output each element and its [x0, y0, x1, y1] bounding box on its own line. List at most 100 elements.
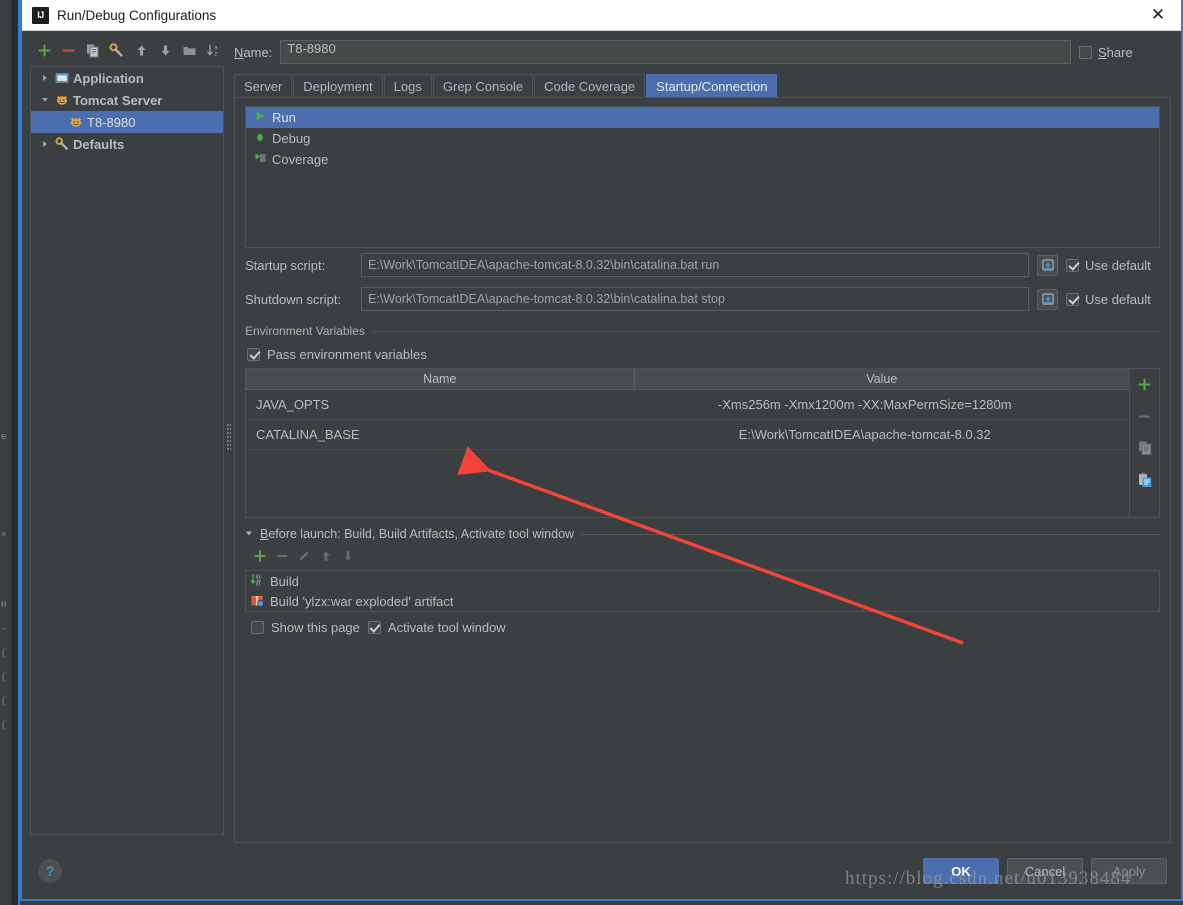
arrow-up-icon[interactable] — [131, 39, 152, 61]
before-launch-task-list[interactable]: 01 10 01 Build Build 'ylzx:war exploded'… — [245, 570, 1160, 612]
tab-server[interactable]: Server — [234, 74, 293, 97]
tab-logs[interactable]: Logs — [383, 74, 432, 97]
shutdown-script-input[interactable]: E:\Work\TomcatIDEA\apache-tomcat-8.0.32\… — [361, 287, 1029, 311]
run-mode-item-coverage[interactable]: Coverage — [246, 149, 1159, 170]
background-glyph: e — [1, 432, 7, 442]
browse-folder-icon[interactable] — [1037, 288, 1058, 310]
debug-bug-icon — [254, 131, 266, 146]
pass-environment-variables-checkbox[interactable]: Pass environment variables — [245, 340, 1160, 368]
background-left-gutter: e × H – ( ( ( ( — [0, 0, 12, 905]
background-glyph: H — [1, 600, 7, 610]
cell-name[interactable]: JAVA_OPTS — [246, 397, 635, 412]
before-launch-options: Show this page Activate tool window — [245, 612, 1160, 642]
configurations-toolbar: a z — [30, 37, 224, 63]
sort-az-icon[interactable]: a z — [203, 39, 224, 61]
list-item[interactable]: 01 10 01 Build — [246, 571, 1159, 591]
tab-deployment[interactable]: Deployment — [293, 74, 383, 97]
move-task-down-button[interactable] — [341, 549, 355, 566]
environment-variables-side-toolbar — [1129, 369, 1159, 517]
browse-folder-icon[interactable] — [1037, 254, 1058, 276]
background-glyph: ( — [1, 720, 7, 730]
svg-text:z: z — [214, 50, 218, 57]
paste-env-variable-button[interactable] — [1133, 468, 1157, 492]
remove-task-button[interactable] — [275, 549, 289, 566]
remove-configuration-button[interactable] — [58, 39, 79, 61]
activate-tool-window-label: Activate tool window — [387, 619, 506, 635]
environment-variables-title: Environment Variables — [245, 324, 365, 338]
run-mode-item-run[interactable]: Run — [246, 107, 1159, 128]
tree-item-label: Application — [73, 70, 144, 86]
arrow-down-icon[interactable] — [155, 39, 176, 61]
table-row[interactable]: CATALINA_BASE E:\Work\TomcatIDEA\apache-… — [246, 420, 1129, 450]
configurations-left-panel: a z Application Tomcat Server T8-8980 De… — [22, 31, 224, 843]
application-icon — [53, 71, 71, 85]
cancel-button[interactable]: Cancel — [1007, 858, 1083, 884]
copy-env-variable-button[interactable] — [1133, 436, 1157, 460]
help-button[interactable]: ? — [38, 859, 62, 883]
remove-env-variable-button[interactable] — [1133, 404, 1157, 428]
column-header-name[interactable]: Name — [246, 369, 635, 389]
cell-value[interactable]: E:\Work\TomcatIDEA\apache-tomcat-8.0.32 — [635, 427, 1129, 442]
activate-tool-window-box[interactable] — [367, 620, 381, 634]
chevron-down-icon[interactable] — [245, 529, 253, 539]
build-icon: 01 10 01 — [250, 573, 264, 590]
shutdown-use-default-checkbox[interactable]: Use default — [1066, 292, 1160, 307]
chevron-right-icon[interactable] — [37, 74, 53, 82]
show-this-page-box[interactable] — [251, 620, 264, 634]
startup-use-default-checkbox[interactable]: Use default — [1066, 258, 1160, 273]
add-configuration-button[interactable] — [34, 39, 55, 61]
tab-startup-connection[interactable]: Startup/Connection — [646, 74, 778, 97]
configuration-tabs: Server Deployment Logs Grep Console Code… — [234, 71, 1171, 97]
wrench-icon[interactable] — [106, 39, 127, 61]
panel-splitter[interactable] — [224, 31, 234, 843]
add-env-variable-button[interactable] — [1133, 372, 1157, 396]
configurations-tree[interactable]: Application Tomcat Server T8-8980 Defaul… — [30, 66, 224, 835]
cell-name[interactable]: CATALINA_BASE — [246, 427, 635, 442]
shutdown-use-default-box[interactable] — [1066, 292, 1079, 306]
show-this-page-checkbox[interactable]: Show this page — [251, 620, 360, 635]
configuration-editor-panel: Name: T8-8980 Share Server Deployment Lo… — [234, 31, 1181, 843]
startup-connection-panel: Run Debug Coverage Startup script: E:\Wo… — [234, 97, 1171, 843]
before-launch-title-row[interactable]: Before launch: Build, Build Artifacts, A… — [245, 524, 1160, 544]
tree-item-defaults[interactable]: Defaults — [31, 133, 223, 155]
background-glyph: ( — [1, 672, 7, 682]
tree-item-application[interactable]: Application — [31, 67, 223, 89]
tab-grep-console[interactable]: Grep Console — [432, 74, 534, 97]
chevron-down-icon[interactable] — [37, 96, 53, 104]
name-input[interactable]: T8-8980 — [280, 40, 1071, 64]
tree-item-tomcat-server[interactable]: Tomcat Server — [31, 89, 223, 111]
apply-button[interactable]: Apply — [1091, 858, 1167, 884]
close-icon[interactable]: ✕ — [1135, 0, 1181, 30]
pass-env-checkbox-box[interactable] — [247, 347, 260, 361]
tomcat-icon — [53, 93, 71, 107]
move-task-up-button[interactable] — [319, 549, 333, 566]
share-checkbox[interactable]: Share — [1079, 45, 1171, 60]
tree-item-t8-8980[interactable]: T8-8980 — [31, 111, 223, 133]
startup-script-row: Startup script: E:\Work\TomcatIDEA\apach… — [245, 248, 1160, 282]
environment-variables-table-wrapper: Name Value JAVA_OPTS -Xms256m -Xmx1200m … — [245, 368, 1160, 518]
tab-code-coverage[interactable]: Code Coverage — [534, 74, 646, 97]
share-checkbox-box[interactable] — [1079, 45, 1092, 59]
list-item[interactable]: Build 'ylzx:war exploded' artifact — [246, 591, 1159, 611]
run-mode-label: Run — [272, 110, 296, 125]
cell-value[interactable]: -Xms256m -Xmx1200m -XX:MaxPermSize=1280m — [635, 397, 1129, 412]
dialog-body: a z Application Tomcat Server T8-8980 De… — [22, 31, 1181, 843]
ok-button[interactable]: OK — [923, 858, 999, 884]
startup-script-input[interactable]: E:\Work\TomcatIDEA\apache-tomcat-8.0.32\… — [361, 253, 1029, 277]
chevron-right-icon[interactable] — [37, 140, 53, 148]
tree-item-label: Defaults — [73, 136, 125, 152]
edit-task-button[interactable] — [297, 549, 311, 566]
environment-variables-table[interactable]: Name Value JAVA_OPTS -Xms256m -Xmx1200m … — [246, 369, 1129, 517]
environment-variables-section: Environment Variables Pass environment v… — [245, 322, 1160, 518]
activate-tool-window-checkbox[interactable]: Activate tool window — [367, 619, 506, 635]
add-task-button[interactable] — [253, 549, 267, 566]
folder-icon[interactable] — [179, 39, 200, 61]
startup-script-label: Startup script: — [245, 257, 326, 273]
run-mode-list[interactable]: Run Debug Coverage — [245, 106, 1160, 248]
startup-use-default-box[interactable] — [1066, 258, 1079, 272]
copy-icon[interactable] — [82, 39, 103, 61]
run-mode-item-debug[interactable]: Debug — [246, 128, 1159, 149]
column-header-value[interactable]: Value — [635, 369, 1129, 389]
table-row[interactable]: JAVA_OPTS -Xms256m -Xmx1200m -XX:MaxPerm… — [246, 390, 1129, 420]
shutdown-script-row: Shutdown script: E:\Work\TomcatIDEA\apac… — [245, 282, 1160, 316]
